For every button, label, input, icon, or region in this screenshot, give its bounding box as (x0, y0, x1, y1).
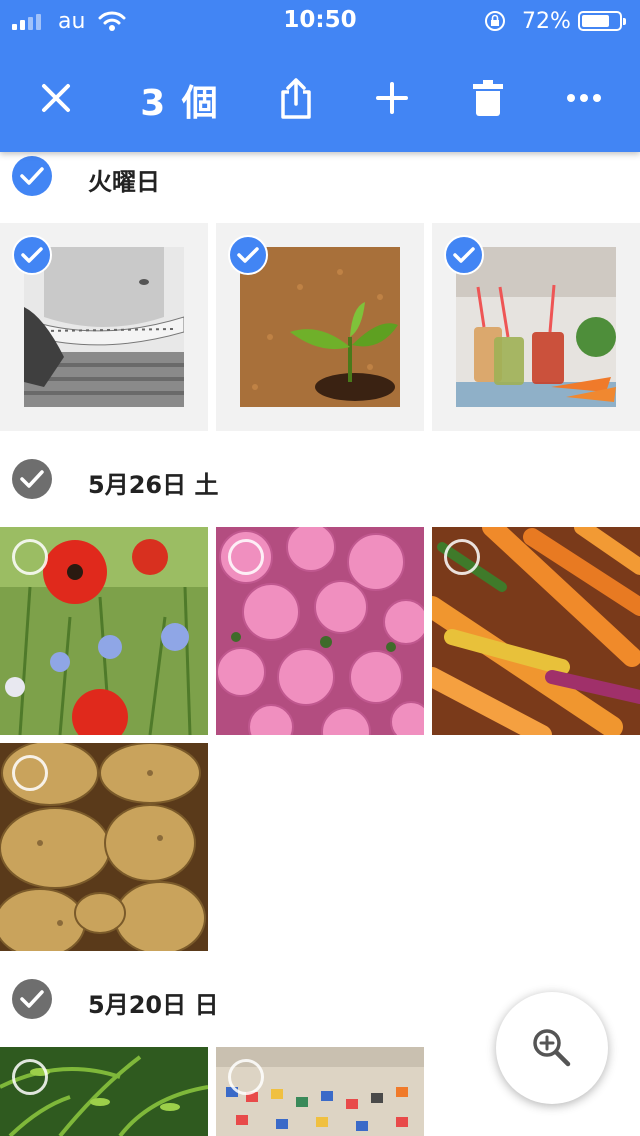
date-header-may-26: 5月26日 土 (0, 450, 640, 510)
select-all-check[interactable] (12, 156, 52, 196)
unselected-circle[interactable] (12, 755, 48, 791)
share-button[interactable] (270, 72, 322, 124)
add-icon (376, 82, 408, 114)
more-button[interactable] (558, 72, 610, 124)
delete-button[interactable] (462, 72, 514, 124)
more-icon (567, 94, 601, 102)
zoom-in-icon (533, 1029, 571, 1067)
zoom-fab[interactable] (496, 992, 608, 1104)
battery-percent: 72% (522, 9, 571, 34)
date-header-tuesday: 火曜日 (0, 146, 640, 206)
date-label: 火曜日 (88, 168, 160, 196)
photo-tile[interactable] (216, 527, 424, 735)
photo-tile[interactable] (216, 223, 424, 431)
selected-check[interactable] (228, 235, 268, 275)
share-icon (281, 78, 311, 119)
measuring-tape-photo (24, 247, 184, 407)
checkmark-icon (453, 247, 475, 263)
add-button[interactable] (366, 72, 418, 124)
unselected-circle[interactable] (444, 539, 480, 575)
trash-icon (473, 80, 503, 116)
unselected-circle[interactable] (228, 1059, 264, 1095)
photo-tile[interactable] (432, 223, 640, 431)
photo-tile[interactable] (0, 1047, 208, 1136)
seedling-photo (240, 247, 400, 407)
smoothies-photo (456, 247, 616, 407)
photo-tile[interactable] (0, 743, 208, 951)
selection-toolbar: 3 個 (0, 44, 640, 152)
checkmark-icon (21, 247, 43, 263)
selected-check[interactable] (12, 235, 52, 275)
checkmark-icon (237, 247, 259, 263)
battery-icon (578, 11, 626, 31)
unselected-circle[interactable] (12, 1059, 48, 1095)
status-bar: au 10:50 72% (0, 0, 640, 44)
photo-tile[interactable] (432, 527, 640, 735)
close-button[interactable] (30, 72, 82, 124)
checkmark-icon (20, 167, 44, 185)
date-label: 5月26日 土 (88, 471, 219, 499)
checkmark-icon (20, 990, 44, 1008)
photo-tile[interactable] (0, 223, 208, 431)
unselected-circle[interactable] (228, 539, 264, 575)
top-app-bar: au 10:50 72% 3 個 (0, 0, 640, 152)
checkmark-icon (20, 470, 44, 488)
photo-tile[interactable] (216, 1047, 424, 1136)
photo-tile[interactable] (0, 527, 208, 735)
select-all-check[interactable] (12, 459, 52, 499)
selected-count: 3 個 (140, 83, 220, 124)
select-all-check[interactable] (12, 979, 52, 1019)
rotation-lock-icon (485, 11, 505, 31)
unselected-circle[interactable] (12, 539, 48, 575)
selected-check[interactable] (444, 235, 484, 275)
date-label: 5月20日 日 (88, 991, 219, 1019)
close-icon (42, 84, 70, 112)
